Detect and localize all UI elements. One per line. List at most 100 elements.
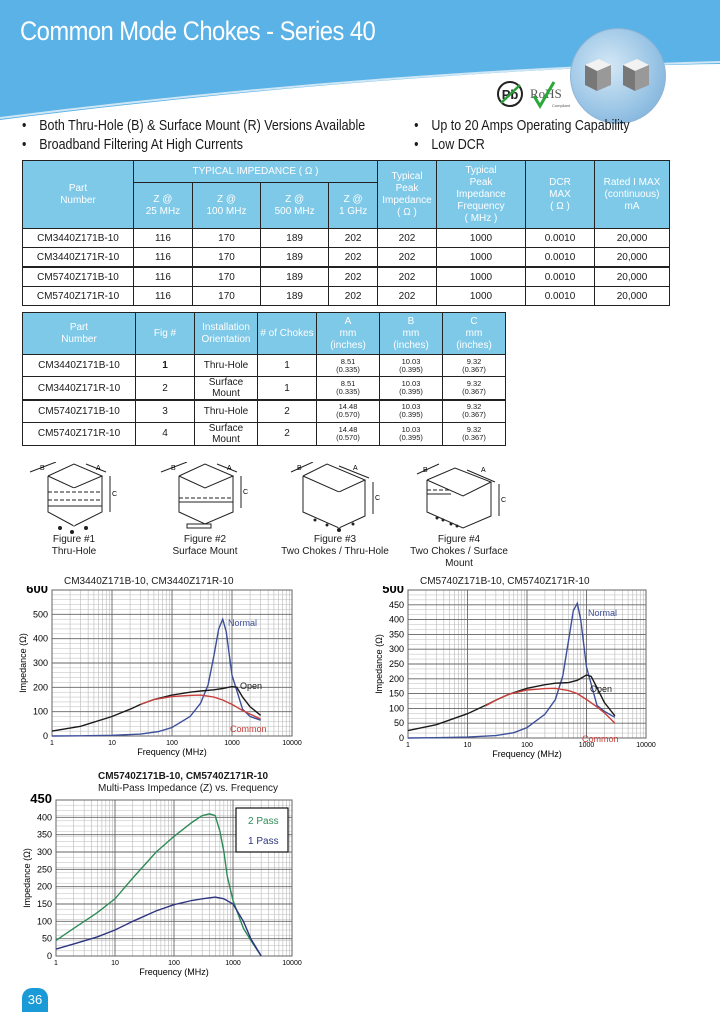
table-cell: 20,000: [594, 286, 670, 306]
choke-component-icon: [585, 59, 649, 91]
table-cell: 189: [260, 228, 330, 248]
y-axis-label: Impedance (Ω): [22, 848, 32, 908]
y-tick-label: 400: [33, 634, 48, 644]
col-header-z-1ghz: Z @1 GHz: [328, 182, 378, 229]
col-header-z-25mhz: Z @25 MHz: [133, 182, 193, 229]
svg-text:A: A: [96, 465, 101, 472]
y-tick-label: 350: [389, 629, 404, 639]
dim-c-cell: 9.32 (0.367): [442, 354, 506, 377]
col-header-peak-frequency: Typical Peak Impedance Frequency( MHz ): [436, 160, 526, 229]
y-tick-label: 100: [37, 916, 52, 926]
svg-text:B: B: [171, 465, 176, 472]
table-cell: 202: [377, 247, 437, 268]
table-cell: 0.0010: [525, 286, 595, 306]
svg-text:B: B: [423, 467, 428, 474]
table-cell: 20,000: [594, 228, 670, 248]
dim-inches: (0.395): [399, 432, 423, 442]
chart-multipass-impedance: 1 10 100 1000 10000 0 50 100 150 200 250 300 350 400 4…: [22, 794, 302, 977]
col-header-dim-a: Amm (inches): [316, 312, 380, 355]
dim-inches: (0.367): [462, 364, 486, 374]
col-header-dim-c: Cmm (inches): [442, 312, 506, 355]
y-tick-label: 400: [389, 615, 404, 625]
col-header-num-chokes: # of Chokes: [257, 312, 317, 355]
two-chokes-surface-mount-drawing-icon: B A C: [416, 463, 506, 529]
impedance-spec-table: Part Number TYPICAL IMPEDANCE ( Ω ) Typic…: [22, 160, 670, 306]
orientation-cell: Surface Mount: [194, 376, 258, 401]
svg-text:C: C: [501, 497, 506, 504]
svg-text:A: A: [227, 465, 232, 472]
fig-cell: 3: [135, 399, 195, 423]
y-tick-label: 150: [389, 689, 404, 699]
dim-a-cell: 8.51 (0.335): [316, 376, 380, 401]
figure-1: B A C Figure #1 Thru-Hole: [26, 462, 122, 558]
table-cell: 1000: [436, 247, 526, 268]
compliance-badges: Pb RoHS Compliant: [496, 74, 576, 114]
x-tick-label: 10000: [636, 742, 656, 749]
table-cell: 202: [328, 286, 378, 306]
y-tick-label: 300: [37, 847, 52, 857]
part-number-cell: CM5740Z171B-10: [22, 399, 136, 423]
figure-caption: Two Chokes / Surface Mount: [410, 546, 508, 569]
table-cell: 170: [191, 286, 262, 306]
y-tick-label: 0: [43, 731, 48, 741]
x-axis-label: Frequency (MHz): [139, 967, 209, 977]
table-cell: 116: [133, 247, 193, 268]
dim-inches: (0.335): [336, 364, 360, 374]
y-tick-label: 350: [37, 830, 52, 840]
svg-text:Compliant: Compliant: [552, 103, 571, 108]
figure-label: Figure #2: [183, 534, 227, 545]
legend: 2 Pass 1 Pass: [235, 807, 289, 853]
table-cell: 202: [377, 228, 437, 248]
svg-text:B: B: [297, 465, 302, 472]
y-axis-label: Impedance (Ω): [18, 633, 28, 693]
series-label: Open: [590, 684, 612, 694]
svg-text:B: B: [40, 465, 45, 472]
chokes-cell: 1: [257, 354, 317, 377]
table-cell: 170: [191, 266, 262, 287]
header-banner: Common Mode Chokes - Series 40 Pb RoHS C…: [0, 0, 720, 130]
rohs-icon: RoHS Compliant: [530, 81, 571, 109]
figure-label: Figure #1: [52, 534, 96, 545]
y-tick-label: 50: [394, 718, 404, 728]
dim-inches: (0.395): [399, 364, 423, 374]
col-header-rated-imax: Rated I MAX (continuous) mA: [594, 160, 670, 229]
col-header-orientation: Installation Orientation: [194, 312, 258, 355]
legend-entry: 1 Pass: [248, 836, 279, 847]
x-tick-label: 10000: [282, 960, 302, 967]
feature-list: • Both Thru-Hole (B) & Surface Mount (R) …: [22, 117, 630, 155]
col-header-part-number: Part Number: [22, 312, 136, 355]
table-cell: 202: [328, 247, 378, 268]
dim-inches: (0.395): [399, 387, 423, 396]
y-tick-label: 200: [33, 682, 48, 692]
y-tick-label: 450: [30, 794, 52, 806]
table-row: CM5740Z171R-10 4 Surface Mount 2 14.48 (0.570…: [22, 421, 506, 446]
dim-c-cell: 9.32 (0.367): [442, 421, 506, 446]
y-tick-label: 200: [37, 882, 52, 892]
figure-caption: Thru-Hole: [51, 546, 97, 557]
part-number-cell: CM5740Z171R-10: [22, 421, 136, 446]
x-axis-label: Frequency (MHz): [492, 749, 562, 759]
col-header-typical-impedance: TYPICAL IMPEDANCE ( Ω ): [133, 160, 378, 183]
col-header-z-500mhz: Z @500 MHz: [260, 182, 330, 229]
fig-cell: 2: [135, 376, 195, 401]
col-header-dcr-max: DCR MAX( Ω ): [525, 160, 595, 229]
two-chokes-thru-hole-drawing-icon: B A C: [290, 462, 380, 532]
chokes-cell: 2: [257, 399, 317, 423]
x-axis-label: Frequency (MHz): [137, 747, 207, 757]
dim-a-cell: 8.51 (0.335): [316, 354, 380, 377]
product-photo: [570, 28, 666, 124]
y-tick-label: 100: [389, 703, 404, 713]
x-tick-label: 10: [111, 960, 119, 967]
table-cell: 202: [377, 266, 437, 287]
table-row: CM3440Z171B-10 116 170 189 202 202 1000 0.0010 2…: [22, 228, 670, 248]
table-row: CM5740Z171R-10 116 170 189 202 202 1000 0.0010 2…: [22, 286, 670, 306]
y-axis-label: Impedance (Ω): [374, 634, 384, 694]
table-row: CM3440Z171B-10 1 Thru-Hole 1 8.51 (0.335) 10.0…: [22, 354, 506, 377]
y-tick-label: 200: [389, 674, 404, 684]
dim-a-cell: 14.48 (0.570): [316, 399, 380, 423]
y-tick-label: 0: [399, 733, 404, 743]
dim-c-cell: 9.32 (0.367): [442, 376, 506, 401]
x-tick-label: 100: [166, 740, 178, 747]
y-tick-label: 500: [33, 609, 48, 619]
table-cell: 116: [133, 266, 193, 287]
